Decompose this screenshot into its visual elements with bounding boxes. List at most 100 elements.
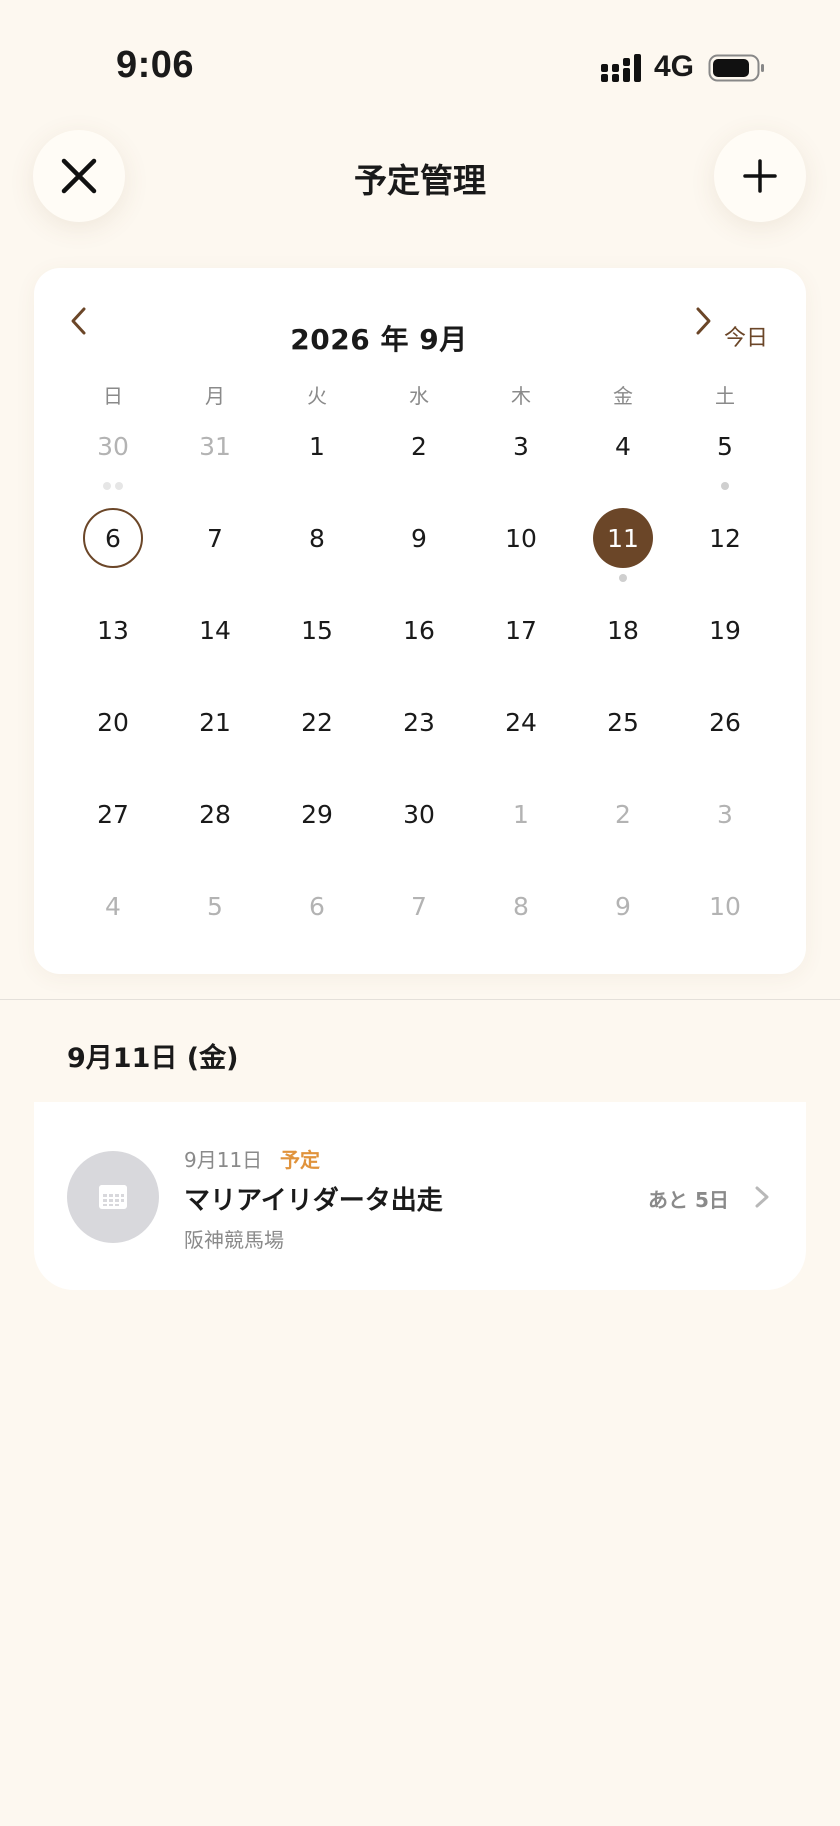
calendar-day[interactable]: 27 — [62, 780, 164, 872]
plus-icon — [743, 159, 777, 193]
calendar-day[interactable]: 21 — [164, 688, 266, 780]
calendar-day[interactable]: 23 — [368, 688, 470, 780]
calendar-day[interactable]: 2 — [368, 412, 470, 504]
battery-icon — [708, 54, 764, 82]
calendar-day[interactable]: 17 — [470, 596, 572, 688]
calendar-day-number: 14 — [199, 615, 231, 645]
signal-icon — [601, 54, 641, 82]
calendar-card: 2026 年 9月 今日 日 月 火 水 木 金 土 30 31 1 2 3 4 5 6 7 8 9… — [34, 268, 806, 974]
calendar-day-number: 15 — [301, 615, 333, 645]
calendar-day-number: 9 — [411, 523, 427, 553]
calendar-day-number: 6 — [83, 508, 143, 568]
event-card[interactable]: 9月11日 予定 マリアイリダータ出走 阪神競馬場 あと 5日 — [34, 1102, 806, 1290]
calendar-day[interactable]: 9 — [572, 872, 674, 964]
today-button[interactable]: 今日 — [724, 320, 768, 352]
calendar-day-number: 7 — [411, 891, 427, 921]
next-month-button[interactable] — [680, 298, 726, 344]
event-dot — [115, 482, 123, 490]
calendar-day-number: 3 — [513, 431, 529, 461]
calendar-day-number: 2 — [411, 431, 427, 461]
calendar-day-number: 29 — [301, 799, 333, 829]
calendar-day[interactable]: 5 — [164, 872, 266, 964]
event-date: 9月11日 — [184, 1148, 263, 1172]
calendar-day[interactable]: 29 — [266, 780, 368, 872]
event-status-badge: 予定 — [280, 1148, 320, 1172]
calendar-day[interactable]: 24 — [470, 688, 572, 780]
section-divider — [0, 999, 840, 1000]
calendar-day-number: 10 — [505, 523, 537, 553]
calendar-day[interactable]: 31 — [164, 412, 266, 504]
calendar-day[interactable]: 18 — [572, 596, 674, 688]
calendar-icon — [99, 1185, 127, 1209]
calendar-day[interactable]: 12 — [674, 504, 776, 596]
event-indicator-dots — [62, 482, 164, 490]
calendar-day[interactable]: 7 — [368, 872, 470, 964]
calendar-day-today[interactable]: 6 — [62, 504, 164, 596]
calendar-day[interactable]: 8 — [470, 872, 572, 964]
calendar-day-number: 11 — [593, 508, 653, 568]
calendar-day[interactable]: 25 — [572, 688, 674, 780]
calendar-day[interactable]: 3 — [470, 412, 572, 504]
calendar-day[interactable]: 10 — [470, 504, 572, 596]
event-indicator-dots — [572, 574, 674, 582]
calendar-day-number: 30 — [403, 799, 435, 829]
event-dot — [721, 482, 729, 490]
calendar-day-number: 12 — [709, 523, 741, 553]
calendar-day[interactable]: 14 — [164, 596, 266, 688]
chevron-right-icon — [755, 1186, 769, 1208]
calendar-day[interactable]: 13 — [62, 596, 164, 688]
add-event-button[interactable] — [714, 130, 806, 222]
calendar-day-number: 3 — [717, 799, 733, 829]
event-indicator-dots — [674, 482, 776, 490]
calendar-day-number: 19 — [709, 615, 741, 645]
calendar-day-number: 31 — [199, 431, 231, 461]
calendar-day-number: 4 — [105, 891, 121, 921]
calendar-day[interactable]: 19 — [674, 596, 776, 688]
calendar-day[interactable]: 4 — [572, 412, 674, 504]
calendar-day[interactable]: 2 — [572, 780, 674, 872]
event-dot — [619, 574, 627, 582]
month-title: 2026 年 9月 — [290, 323, 468, 356]
calendar-day-number: 8 — [309, 523, 325, 553]
calendar-day-number: 30 — [97, 431, 129, 461]
weekday-label: 水 — [409, 384, 429, 408]
calendar-day-number: 1 — [309, 431, 325, 461]
calendar-day-number: 17 — [505, 615, 537, 645]
calendar-day[interactable]: 28 — [164, 780, 266, 872]
status-time: 9:06 — [116, 44, 195, 86]
calendar-day-number: 1 — [513, 799, 529, 829]
event-dot — [103, 482, 111, 490]
schedule-screen: 9:06 4G 予定管理 2026 年 9月 今日 日 月 火 水 木 金 土 … — [0, 0, 840, 1826]
calendar-day-number: 8 — [513, 891, 529, 921]
weekday-header: 日 月 火 水 木 金 土 — [62, 380, 776, 409]
calendar-day-number: 10 — [709, 891, 741, 921]
calendar-day[interactable]: 16 — [368, 596, 470, 688]
calendar-day-number: 4 — [615, 431, 631, 461]
calendar-day[interactable]: 5 — [674, 412, 776, 504]
calendar-day[interactable]: 3 — [674, 780, 776, 872]
calendar-day[interactable]: 1 — [266, 412, 368, 504]
calendar-day[interactable]: 10 — [674, 872, 776, 964]
calendar-day-number: 16 — [403, 615, 435, 645]
calendar-day-selected[interactable]: 11 — [572, 504, 674, 596]
weekday-label: 月 — [205, 384, 225, 408]
calendar-day-number: 28 — [199, 799, 231, 829]
event-title: マリアイリダータ出走 — [184, 1186, 443, 1216]
calendar-day[interactable]: 26 — [674, 688, 776, 780]
weekday-label: 木 — [511, 384, 531, 408]
calendar-day[interactable]: 9 — [368, 504, 470, 596]
calendar-day[interactable]: 30 — [62, 412, 164, 504]
calendar-day[interactable]: 8 — [266, 504, 368, 596]
calendar-day[interactable]: 7 — [164, 504, 266, 596]
calendar-days-grid: 30 31 1 2 3 4 5 6 7 8 9 10 11 12 13 14 15 16 17 18 19 20 21 22 2… — [62, 412, 776, 964]
calendar-day-number: 7 — [207, 523, 223, 553]
calendar-day-number: 23 — [403, 707, 435, 737]
calendar-day[interactable]: 6 — [266, 872, 368, 964]
calendar-day[interactable]: 1 — [470, 780, 572, 872]
calendar-day[interactable]: 15 — [266, 596, 368, 688]
calendar-day-number: 9 — [615, 891, 631, 921]
calendar-day[interactable]: 30 — [368, 780, 470, 872]
calendar-day[interactable]: 4 — [62, 872, 164, 964]
calendar-day[interactable]: 20 — [62, 688, 164, 780]
calendar-day[interactable]: 22 — [266, 688, 368, 780]
